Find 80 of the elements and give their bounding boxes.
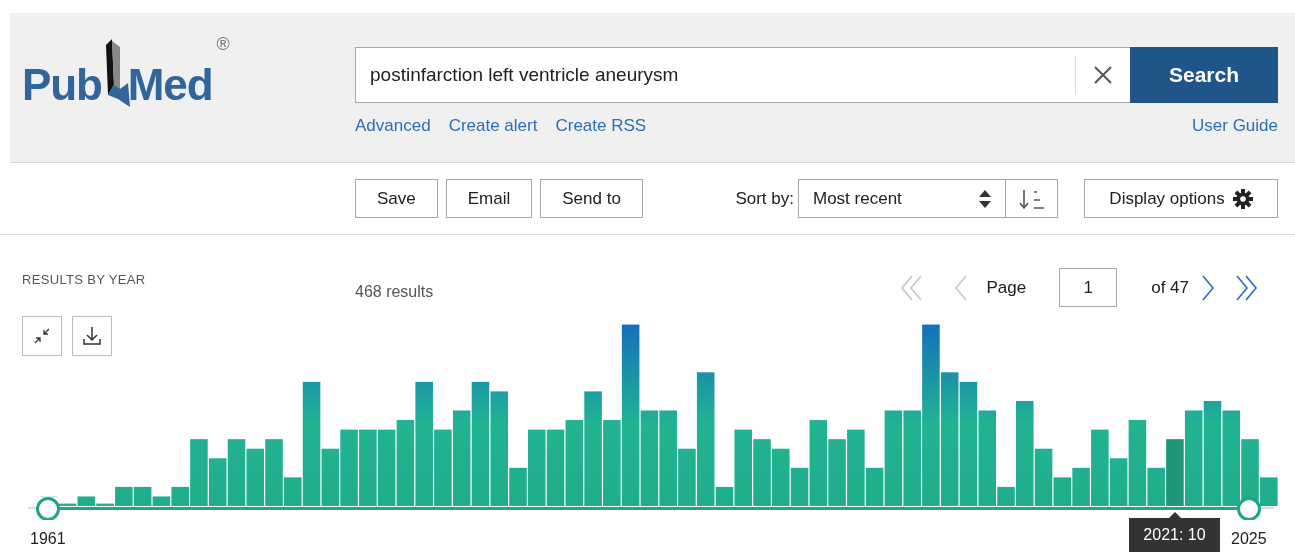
header-link[interactable]: Create alert xyxy=(448,113,538,139)
histogram-bar[interactable] xyxy=(809,420,828,506)
action-button[interactable]: Send to xyxy=(540,179,643,218)
pubmed-logo[interactable]: Pub Med ® xyxy=(22,39,229,107)
header-link[interactable]: Create RSS xyxy=(555,113,647,139)
collapse-icon xyxy=(34,328,50,344)
histogram-bar[interactable] xyxy=(1109,458,1128,506)
action-button[interactable]: Save xyxy=(355,179,438,218)
range-handle[interactable] xyxy=(36,497,60,520)
histogram-bar[interactable] xyxy=(940,372,959,506)
bar-tooltip: 2021: 10 xyxy=(1129,512,1220,552)
histogram-bar[interactable] xyxy=(396,420,415,506)
page-total: of 47 xyxy=(1151,276,1189,299)
histogram-bar[interactable] xyxy=(734,429,753,506)
histogram-bar[interactable] xyxy=(1072,467,1090,506)
histogram-bar[interactable] xyxy=(1034,448,1053,506)
histogram-bar[interactable] xyxy=(1053,477,1072,506)
download-button[interactable] xyxy=(72,316,112,356)
search-button[interactable]: Search xyxy=(1130,47,1278,103)
close-icon[interactable] xyxy=(1093,65,1113,85)
histogram-bar[interactable] xyxy=(415,381,433,506)
histogram-bar[interactable] xyxy=(490,391,509,506)
histogram-bar[interactable] xyxy=(471,381,490,506)
search-field[interactable]: postinfarction left ventricle aneurysm xyxy=(355,47,1130,103)
display-options-button[interactable]: Display options xyxy=(1084,179,1278,218)
histogram-bar[interactable] xyxy=(133,486,152,506)
histogram-bar[interactable] xyxy=(509,467,527,506)
histogram-bar[interactable] xyxy=(621,324,640,506)
sort-order-button[interactable] xyxy=(1006,179,1058,218)
histogram-bar[interactable] xyxy=(321,448,340,506)
histogram-bar[interactable] xyxy=(377,429,396,506)
action-button[interactable]: Email xyxy=(445,179,533,218)
histogram-bar[interactable] xyxy=(1016,400,1034,506)
chevron-icon xyxy=(898,273,925,302)
settings-icon xyxy=(1232,188,1253,209)
histogram-bar[interactable] xyxy=(865,467,884,506)
start-year-label: 1961 xyxy=(30,529,66,549)
collapse-button[interactable] xyxy=(22,316,62,356)
sort-label: Sort by: xyxy=(735,187,794,210)
histogram-bar[interactable] xyxy=(922,324,940,506)
histogram-bar[interactable] xyxy=(302,381,321,506)
histogram-bar[interactable] xyxy=(696,372,715,506)
histogram-bar[interactable] xyxy=(546,429,565,506)
sort-dropdown[interactable]: Most recent xyxy=(798,179,1006,218)
histogram-bar[interactable] xyxy=(452,410,471,506)
histogram-bar[interactable] xyxy=(715,486,734,506)
end-year-label: 2025 xyxy=(1231,529,1267,549)
histogram-bar[interactable] xyxy=(790,467,809,506)
header-link[interactable]: Advanced xyxy=(355,113,431,139)
histogram-bar[interactable] xyxy=(208,458,227,506)
histogram-bar[interactable] xyxy=(227,439,246,506)
histogram-bar[interactable] xyxy=(152,496,171,506)
section-title: RESULTS BY YEAR xyxy=(22,271,146,289)
histogram-bar[interactable] xyxy=(96,503,114,506)
sort-descending-icon xyxy=(1018,187,1045,210)
histogram-bar[interactable] xyxy=(1222,410,1241,506)
sort-arrows-icon xyxy=(979,189,991,208)
histogram-bar[interactable] xyxy=(115,486,133,506)
user-guide-link[interactable]: User Guide xyxy=(1192,113,1278,139)
histogram-bar[interactable] xyxy=(640,410,659,506)
results-count: 468 results xyxy=(355,282,434,302)
histogram-bar[interactable] xyxy=(978,410,997,506)
histogram-bar[interactable] xyxy=(246,448,265,506)
histogram-bar[interactable] xyxy=(77,496,96,506)
chevron-icon xyxy=(1233,273,1259,302)
histogram-bar[interactable] xyxy=(1203,400,1222,506)
page-input[interactable]: 1 xyxy=(1059,268,1118,307)
chevron-icon xyxy=(1199,273,1217,302)
histogram-bar[interactable] xyxy=(997,486,1015,506)
histogram-bar[interactable] xyxy=(959,381,978,506)
page-label: Page xyxy=(986,276,1027,299)
histogram-bar[interactable] xyxy=(171,486,189,506)
download-icon xyxy=(82,326,102,346)
histogram-bar[interactable] xyxy=(58,503,77,506)
range-handle[interactable] xyxy=(1237,497,1261,520)
histogram-bar[interactable] xyxy=(1147,467,1165,506)
histogram-bar[interactable] xyxy=(565,420,584,506)
histogram-bar[interactable] xyxy=(1184,410,1203,506)
histogram-bar[interactable] xyxy=(1128,420,1147,506)
histogram-bar[interactable] xyxy=(884,410,903,506)
